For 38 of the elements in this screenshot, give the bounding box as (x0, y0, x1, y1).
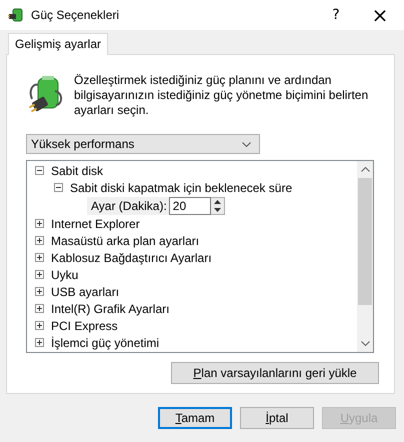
battery-plug-icon (28, 75, 64, 113)
expand-icon[interactable] (35, 287, 44, 296)
tree-item[interactable]: Intel(R) Grafik Ayarları (51, 302, 170, 316)
spin-up-icon[interactable] (210, 198, 224, 206)
expand-icon[interactable] (35, 338, 44, 347)
battery-plug-icon (8, 7, 24, 23)
tree-item[interactable]: Sabit disk (51, 164, 104, 178)
collapse-icon[interactable] (54, 183, 63, 192)
scroll-thumb[interactable] (358, 178, 372, 305)
expand-icon[interactable] (35, 321, 44, 330)
tree-item[interactable]: Kablosuz Bağdaştırıcı Ayarları (51, 250, 212, 264)
scroll-down-icon[interactable] (360, 341, 370, 346)
collapse-icon[interactable] (35, 166, 44, 175)
restore-defaults-button[interactable]: Plan varsayılanlarını geri yükle (171, 362, 379, 384)
help-button[interactable]: ? (314, 0, 358, 30)
scrollbar[interactable] (357, 161, 373, 352)
tree-item[interactable]: USB ayarları (51, 284, 120, 298)
expand-icon[interactable] (35, 219, 44, 228)
window-title: Güç Seçenekleri (31, 8, 120, 22)
tree-item[interactable]: PCI Express (51, 318, 118, 332)
expand-icon[interactable] (35, 270, 44, 279)
description-text: Özelleştirmek istediğiniz güç planını ve ardından bilgisayarınızın istediğiniz güç yönetme biçimini belirten ayarları seçin. (74, 73, 370, 118)
tab[interactable]: Gelişmiş ayarlar (8, 33, 108, 55)
plan-dropdown[interactable]: Yüksek performans (26, 134, 260, 154)
expand-icon[interactable] (35, 253, 44, 262)
scroll-up-icon[interactable] (360, 167, 370, 172)
tree-item[interactable]: Masaüstü arka plan ayarları (51, 234, 200, 248)
tree-item[interactable]: Sabit diski kapatmak için beklenecek süre (70, 180, 292, 194)
chevron-down-icon (242, 142, 251, 146)
expand-icon[interactable] (35, 304, 44, 313)
setting-label: Ayar (Dakika): (87, 196, 169, 214)
expand-icon[interactable] (35, 236, 44, 245)
tree-item[interactable]: Internet Explorer (51, 216, 140, 230)
dialog-button[interactable]: İptal (240, 407, 314, 429)
close-button[interactable]: × (358, 0, 402, 30)
tree-item[interactable]: Uyku (51, 268, 78, 282)
dialog-button[interactable]: Tamam (158, 407, 232, 429)
tree-item[interactable]: İşlemci güç yönetimi (51, 336, 160, 350)
